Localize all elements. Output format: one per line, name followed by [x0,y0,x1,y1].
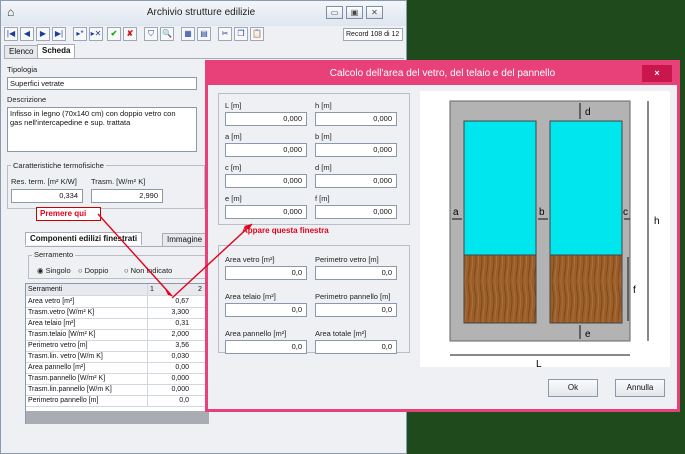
annotation-arrows [97,213,253,299]
